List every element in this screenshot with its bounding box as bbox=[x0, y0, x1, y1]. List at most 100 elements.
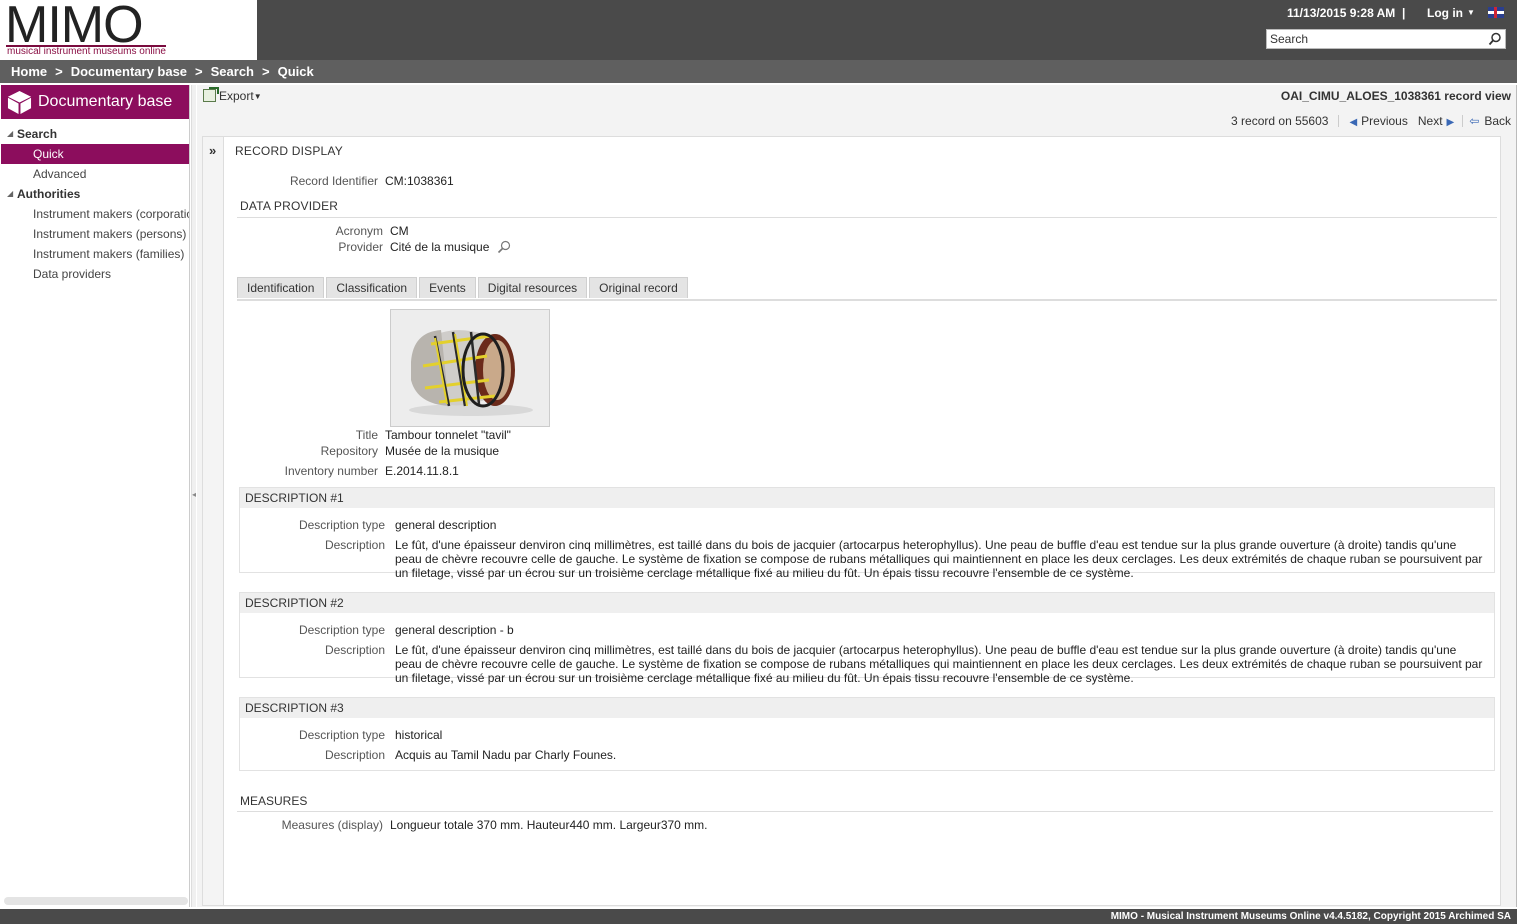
search-icon[interactable] bbox=[1488, 32, 1502, 46]
record-navigation: 3 record on 55603 ◀ Previous Next ▶ ⇦ Back bbox=[1231, 114, 1511, 128]
breadcrumb-quick[interactable]: Quick bbox=[278, 64, 314, 79]
login-menu[interactable]: Log in ▼ bbox=[1427, 6, 1475, 20]
tab-original-record[interactable]: Original record bbox=[589, 277, 688, 298]
sidebar-scrollbar[interactable] bbox=[4, 897, 188, 905]
divider bbox=[237, 217, 1497, 218]
collapse-arrow-icon: ◂ bbox=[192, 490, 197, 499]
record-content: » RECORD DISPLAY Record Identifier CM:10… bbox=[202, 136, 1501, 906]
breadcrumb: Home > Documentary base > Search > Quick bbox=[0, 60, 1517, 83]
provider-label: Provider bbox=[338, 240, 383, 254]
sidebar-header: Documentary base bbox=[1, 85, 189, 119]
previous-arrow-icon[interactable]: ◀ bbox=[1349, 117, 1357, 128]
export-icon bbox=[203, 87, 219, 102]
description-header: DESCRIPTION #2 bbox=[240, 593, 1494, 613]
description-value: Le fût, d'une épaisseur denviron cinq mi… bbox=[395, 643, 1483, 685]
description-label: Description bbox=[324, 748, 385, 762]
divider bbox=[237, 811, 1493, 812]
repository-row: Repository Musée de la musique bbox=[235, 444, 835, 460]
footer: MIMO - Musical Instrument Museums Online… bbox=[0, 909, 1517, 924]
double-chevron-right-icon[interactable]: » bbox=[209, 143, 216, 158]
mimo-logo[interactable]: MIMO musical instrument museums online bbox=[0, 0, 257, 60]
datetime-value: 11/13/2015 9:28 AM bbox=[1287, 6, 1396, 20]
tree-group-search[interactable]: ◢ Search bbox=[1, 124, 189, 144]
description-type-label: Description type bbox=[298, 623, 385, 637]
description-header: DESCRIPTION #3 bbox=[240, 698, 1494, 718]
export-label: Export bbox=[219, 89, 254, 103]
description-value: Le fût, d'une épaisseur denviron cinq mi… bbox=[395, 538, 1483, 580]
back-button[interactable]: Back bbox=[1484, 114, 1511, 128]
login-label: Log in bbox=[1427, 6, 1463, 20]
inventory-row: Inventory number E.2014.11.8.1 bbox=[235, 464, 835, 480]
datetime-separator: | bbox=[1401, 6, 1406, 20]
uk-flag-icon[interactable] bbox=[1488, 7, 1504, 18]
record-identifier-label: Record Identifier bbox=[289, 174, 378, 188]
description-type-label: Description type bbox=[298, 728, 385, 742]
back-arrow-icon[interactable]: ⇦ bbox=[1469, 114, 1479, 128]
repository-value: Musée de la musique bbox=[385, 444, 500, 458]
sidebar-item-makers-persons[interactable]: Instrument makers (persons) bbox=[1, 224, 189, 244]
tab-classification[interactable]: Classification bbox=[326, 277, 418, 298]
description-type-value: general description - b bbox=[395, 623, 514, 637]
description-label: Description bbox=[324, 643, 385, 657]
measures-row: Measures (display) Longueur totale 370 m… bbox=[235, 818, 1035, 834]
description-box-3: DESCRIPTION #3 Description type historic… bbox=[239, 697, 1495, 771]
logo-subtitle: musical instrument museums online bbox=[7, 46, 166, 57]
expand-triangle-icon: ◢ bbox=[7, 129, 14, 138]
tree-group-authorities[interactable]: ◢ Authorities bbox=[1, 184, 189, 204]
tree-group-label: Search bbox=[17, 127, 58, 141]
chevron-down-icon: ▼ bbox=[253, 92, 262, 101]
datetime: 11/13/2015 9:28 AM | bbox=[1287, 6, 1405, 20]
breadcrumb-separator: > bbox=[55, 64, 63, 79]
divider bbox=[1462, 115, 1464, 127]
sidebar-item-data-providers[interactable]: Data providers bbox=[1, 264, 189, 284]
measures-value: Longueur totale 370 mm. Hauteur440 mm. L… bbox=[390, 818, 708, 832]
acronym-row: Acronym CM bbox=[235, 224, 835, 240]
drum-image bbox=[391, 310, 549, 426]
instrument-thumbnail[interactable] bbox=[390, 309, 550, 427]
tab-identification[interactable]: Identification bbox=[237, 277, 325, 298]
tab-events[interactable]: Events bbox=[419, 277, 476, 298]
previous-button[interactable]: Previous bbox=[1361, 114, 1408, 128]
description-type-value: general description bbox=[395, 518, 497, 532]
data-provider-title: DATA PROVIDER bbox=[240, 199, 339, 213]
measures-title: MEASURES bbox=[240, 794, 308, 808]
description-type-value: historical bbox=[395, 728, 443, 742]
magnifier-icon[interactable] bbox=[497, 240, 511, 254]
sidebar: Documentary base ◢ Search Quick Advanced … bbox=[1, 85, 190, 907]
description-box-2: DESCRIPTION #2 Description type general … bbox=[239, 592, 1495, 685]
record-tabs: Identification Classification Events Dig… bbox=[237, 277, 690, 299]
record-identifier-row: Record Identifier CM:1038361 bbox=[235, 174, 835, 190]
breadcrumb-search[interactable]: Search bbox=[211, 64, 254, 79]
search-input[interactable] bbox=[1267, 30, 1477, 48]
search-box bbox=[1266, 29, 1506, 49]
sidebar-title: Documentary base bbox=[38, 93, 173, 110]
tab-digital-resources[interactable]: Digital resources bbox=[477, 277, 588, 298]
breadcrumb-separator: > bbox=[262, 64, 270, 79]
next-arrow-icon[interactable]: ▶ bbox=[1447, 117, 1455, 128]
title-value: Tambour tonnelet "tavil" bbox=[385, 428, 511, 442]
export-button[interactable]: Export▼ bbox=[203, 87, 262, 103]
inventory-label: Inventory number bbox=[284, 464, 378, 478]
sidebar-item-advanced[interactable]: Advanced bbox=[1, 164, 189, 184]
title-label: Title bbox=[355, 428, 378, 442]
description-box-1: DESCRIPTION #1 Description type general … bbox=[239, 487, 1495, 580]
description-value: Acquis au Tamil Nadu par Charly Founes. bbox=[395, 748, 617, 762]
collapse-column[interactable]: » bbox=[203, 137, 224, 905]
title-row: Title Tambour tonnelet "tavil" bbox=[235, 428, 835, 444]
top-header: MIMO musical instrument museums online 1… bbox=[0, 0, 1517, 60]
sidebar-item-quick[interactable]: Quick bbox=[1, 144, 189, 164]
divider bbox=[237, 299, 1497, 301]
sidebar-splitter[interactable]: ◂ bbox=[191, 85, 196, 907]
record-identifier-value: CM:1038361 bbox=[385, 174, 454, 188]
breadcrumb-home[interactable]: Home bbox=[11, 64, 47, 79]
measures-label: Measures (display) bbox=[281, 818, 383, 832]
provider-row: Provider Cité de la musique bbox=[235, 240, 835, 256]
record-view-title: OAI_CIMU_ALOES_1038361 record view bbox=[1280, 89, 1511, 103]
sidebar-item-makers-families[interactable]: Instrument makers (families) bbox=[1, 244, 189, 264]
chevron-down-icon: ▼ bbox=[1467, 8, 1475, 17]
next-button[interactable]: Next bbox=[1418, 114, 1443, 128]
description-header: DESCRIPTION #1 bbox=[240, 488, 1494, 508]
breadcrumb-documentary-base[interactable]: Documentary base bbox=[71, 64, 187, 79]
provider-value: Cité de la musique bbox=[390, 240, 511, 254]
sidebar-item-makers-corporations[interactable]: Instrument makers (corporations) bbox=[1, 204, 189, 224]
